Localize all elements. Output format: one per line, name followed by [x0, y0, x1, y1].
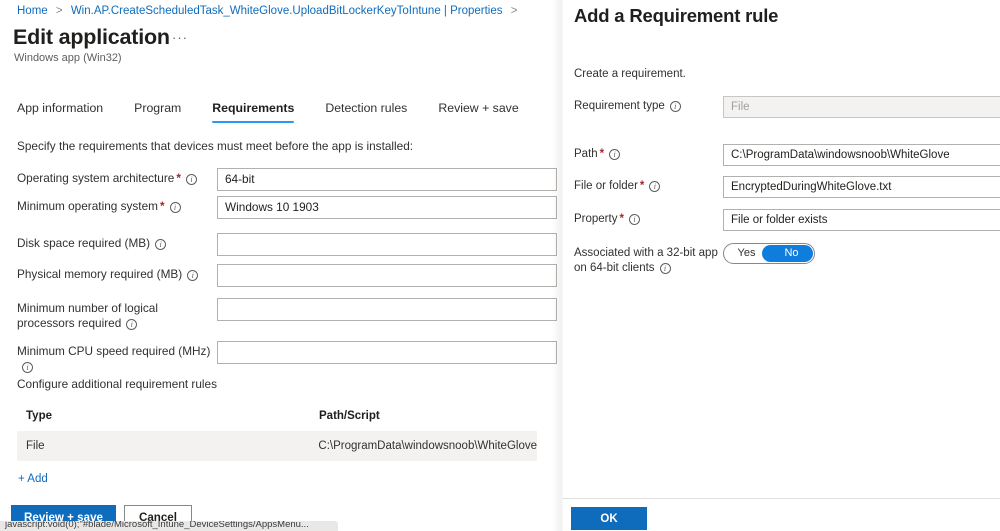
- label-minimum-os: Minimum operating system * i: [17, 196, 217, 214]
- input-requirement-type[interactable]: File: [723, 96, 1000, 118]
- input-file-or-folder[interactable]: EncryptedDuringWhiteGlove.txt: [723, 176, 1000, 198]
- input-minimum-os[interactable]: Windows 10 1903: [217, 196, 557, 219]
- page-title: Edit application: [13, 25, 170, 49]
- label-requirement-type: Requirement type i: [574, 96, 723, 114]
- label-text: Path: [574, 148, 598, 160]
- label-logical-processors: Minimum number of logical processors req…: [17, 298, 217, 331]
- table-header-row: Type Path/Script: [17, 410, 537, 431]
- table-row[interactable]: File C:\ProgramData\windowsnoob\WhiteGlo…: [17, 431, 537, 461]
- breadcrumb: Home > Win.AP.CreateScheduledTask_WhiteG…: [17, 5, 522, 17]
- breadcrumb-item-home[interactable]: Home: [17, 5, 48, 17]
- required-indicator: *: [159, 199, 165, 213]
- cell-type: File: [26, 440, 45, 452]
- info-icon[interactable]: i: [187, 270, 199, 281]
- label-text: Requirement type: [574, 100, 665, 112]
- toggle-32bit-association[interactable]: Yes No: [723, 243, 815, 264]
- label-text-line2: on 64-bit clients: [574, 262, 655, 274]
- label-text: Minimum CPU speed required (MHz): [17, 344, 211, 358]
- label-path: Path * i: [574, 144, 723, 162]
- label-physical-memory: Physical memory required (MB) i: [17, 264, 217, 282]
- input-physical-memory[interactable]: [217, 264, 557, 287]
- label-text: Minimum operating system: [17, 199, 158, 213]
- panel-title: Add a Requirement rule: [574, 5, 779, 26]
- input-path[interactable]: C:\ProgramData\windowsnoob\WhiteGlove: [723, 144, 1000, 166]
- label-32bit-association: Associated with a 32-bit app on 64-bit c…: [574, 243, 723, 276]
- panel-field-row-requirement-type: Requirement type i File: [574, 96, 1000, 118]
- field-row-cpu-speed: Minimum CPU speed required (MHz) i: [17, 341, 557, 374]
- input-cpu-speed[interactable]: [217, 341, 557, 364]
- label-text: Operating system architecture: [17, 171, 175, 185]
- label-os-architecture: Operating system architecture * i: [17, 168, 217, 186]
- more-options-icon[interactable]: ···: [172, 31, 188, 44]
- toggle-option-yes[interactable]: Yes: [724, 244, 769, 263]
- add-rule-link[interactable]: + Add: [18, 473, 48, 485]
- ok-button[interactable]: OK: [571, 507, 647, 530]
- info-icon[interactable]: i: [628, 214, 640, 225]
- label-text: Disk space required (MB): [17, 236, 151, 250]
- field-row-logical-processors: Minimum number of logical processors req…: [17, 298, 557, 331]
- panel-field-row-file-or-folder: File or folder * i EncryptedDuringWhiteGlo…: [574, 176, 1000, 198]
- panel-footer: OK: [563, 498, 1000, 531]
- panel-field-row-32bit-association: Associated with a 32-bit app on 64-bit c…: [574, 243, 815, 276]
- info-icon[interactable]: i: [609, 149, 621, 160]
- required-indicator: *: [639, 180, 645, 192]
- label-file-or-folder: File or folder * i: [574, 176, 723, 194]
- label-text: File or folder: [574, 180, 638, 192]
- field-row-physical-memory: Physical memory required (MB) i: [17, 264, 557, 287]
- form-intro-text: Specify the requirements that devices mu…: [17, 139, 414, 153]
- input-logical-processors[interactable]: [217, 298, 557, 321]
- status-bar-text: javascript:void(0);"#blade/Microsoft_Int…: [5, 521, 309, 530]
- info-icon[interactable]: i: [126, 319, 138, 330]
- input-disk-space[interactable]: [217, 233, 557, 256]
- info-icon[interactable]: i: [649, 181, 661, 192]
- panel-field-row-property: Property * i File or folder exists: [574, 209, 1000, 231]
- requirement-rules-table: Type Path/Script File C:\ProgramData\win…: [17, 410, 537, 461]
- page-subtitle: Windows app (Win32): [14, 52, 122, 64]
- tab-program[interactable]: Program: [134, 101, 181, 123]
- toggle-option-no[interactable]: No: [769, 244, 814, 263]
- add-requirement-rule-panel: Add a Requirement rule Create a requirem…: [563, 0, 1000, 531]
- cell-path: C:\ProgramData\windowsnoob\WhiteGlove: [318, 440, 537, 452]
- label-text-line1: Associated with a 32-bit app: [574, 247, 718, 259]
- info-icon[interactable]: i: [22, 362, 33, 373]
- panel-intro-text: Create a requirement.: [574, 68, 686, 80]
- breadcrumb-item-properties[interactable]: Win.AP.CreateScheduledTask_WhiteGlove.Up…: [71, 5, 503, 17]
- edit-application-blade: Home > Win.AP.CreateScheduledTask_WhiteG…: [0, 0, 560, 531]
- tab-detection-rules[interactable]: Detection rules: [325, 101, 407, 123]
- tab-review-save[interactable]: Review + save: [438, 101, 518, 123]
- field-row-os-architecture: Operating system architecture * i 64-bit: [17, 168, 557, 191]
- label-disk-space: Disk space required (MB) i: [17, 233, 217, 251]
- info-icon[interactable]: i: [669, 101, 681, 112]
- info-icon[interactable]: i: [185, 174, 197, 185]
- label-text: Property: [574, 213, 618, 225]
- info-icon[interactable]: i: [659, 263, 671, 274]
- info-icon[interactable]: i: [169, 202, 181, 213]
- breadcrumb-separator: >: [55, 5, 63, 17]
- label-cpu-speed: Minimum CPU speed required (MHz) i: [17, 341, 217, 374]
- field-row-minimum-os: Minimum operating system * i Windows 10 19…: [17, 196, 557, 219]
- panel-field-row-path: Path * i C:\ProgramData\windowsnoob\WhiteG…: [574, 144, 1000, 166]
- label-property: Property * i: [574, 209, 723, 227]
- column-header-type: Type: [26, 410, 52, 422]
- app-root: Home > Win.AP.CreateScheduledTask_WhiteG…: [0, 0, 1000, 531]
- column-header-path-script: Path/Script: [319, 410, 380, 422]
- field-row-disk-space: Disk space required (MB) i: [17, 233, 557, 256]
- breadcrumb-separator-trailing: >: [510, 5, 518, 17]
- input-property[interactable]: File or folder exists: [723, 209, 1000, 231]
- status-bar: javascript:void(0);"#blade/Microsoft_Int…: [0, 521, 338, 531]
- tab-requirements[interactable]: Requirements: [212, 101, 295, 123]
- required-indicator: *: [176, 171, 181, 185]
- input-os-architecture[interactable]: 64-bit: [217, 168, 557, 191]
- label-text: Physical memory required (MB): [17, 267, 183, 281]
- required-indicator: *: [599, 148, 605, 160]
- tab-app-information[interactable]: App information: [17, 101, 103, 123]
- info-icon[interactable]: i: [155, 239, 167, 250]
- required-indicator: *: [619, 213, 624, 225]
- tab-bar: App information Program Requirements Det…: [17, 101, 550, 123]
- additional-rules-label: Configure additional requirement rules: [17, 377, 218, 391]
